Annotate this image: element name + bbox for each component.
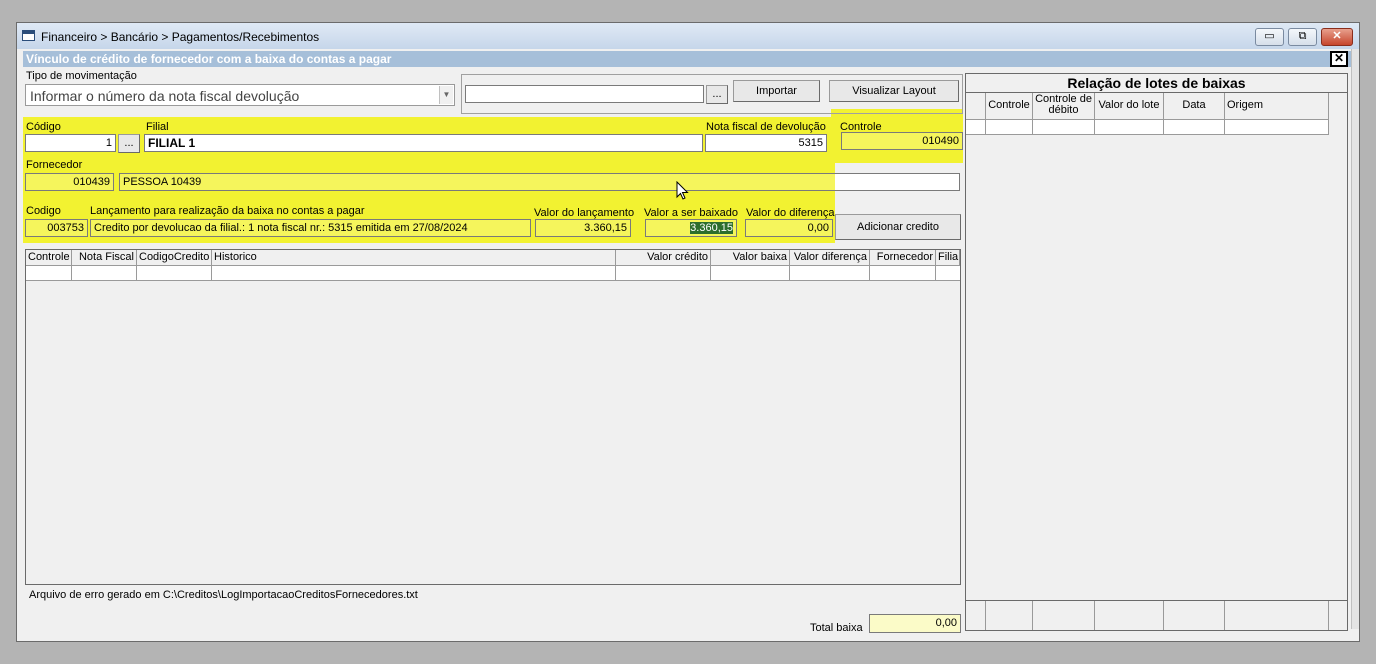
import-path-input[interactable]: [465, 85, 704, 103]
lotes-header-valor-lote[interactable]: Valor do lote: [1095, 93, 1164, 119]
grid-header-valor-diferenca[interactable]: Valor diferença: [790, 250, 870, 266]
lotes-panel: Relação de lotes de baixas Controle Cont…: [965, 73, 1348, 631]
filial-label: Filial: [146, 121, 169, 133]
title-bar[interactable]: Financeiro > Bancário > Pagamentos/Receb…: [17, 23, 1359, 49]
fornecedor-code-input[interactable]: 010439: [25, 173, 114, 191]
total-baixa-label: Total baixa: [810, 622, 863, 634]
lanc-desc-label: Lançamento para realização da baixa no c…: [90, 205, 365, 217]
lotes-footer-cell: [1164, 601, 1225, 630]
lotes-header-origem[interactable]: Origem: [1225, 93, 1329, 119]
credits-grid[interactable]: Controle Nota Fiscal CodigoCredito Histo…: [25, 249, 961, 585]
codigo-input[interactable]: 1: [25, 134, 116, 152]
grid-header-nota-fiscal[interactable]: Nota Fiscal: [72, 250, 137, 266]
restore-button[interactable]: ⧉: [1288, 28, 1317, 46]
fornecedor-name-input-tail[interactable]: [835, 173, 960, 191]
window-title: Financeiro > Bancário > Pagamentos/Receb…: [41, 30, 320, 44]
lanc-valor-input[interactable]: 3.360,15: [535, 219, 631, 237]
view-layout-button[interactable]: Visualizar Layout: [829, 80, 959, 102]
import-button[interactable]: Importar: [733, 80, 820, 102]
form-title: Vínculo de crédito de fornecedor com a b…: [26, 52, 392, 66]
lanc-desc-input[interactable]: Credito por devolucao da filial.: 1 nota…: [90, 219, 531, 237]
grid-cell[interactable]: [870, 265, 936, 281]
mouse-cursor-icon: [676, 181, 689, 200]
lotes-cell[interactable]: [1225, 119, 1329, 135]
lotes-footer-cell: [1095, 601, 1164, 630]
tipo-select-value: Informar o número da nota fiscal devoluç…: [30, 88, 300, 104]
codigo-label: Código: [26, 121, 61, 133]
lotes-header-controle[interactable]: Controle: [986, 93, 1033, 119]
grid-cell[interactable]: [936, 265, 960, 281]
vertical-scrollbar[interactable]: [1351, 49, 1359, 629]
grid-header-filial[interactable]: Filia: [936, 250, 960, 266]
add-credit-button[interactable]: Adicionar credito: [835, 214, 961, 240]
grid-cell[interactable]: [616, 265, 711, 281]
lanc-baixar-value: 3.360,15: [690, 222, 733, 234]
lotes-footer-cell: [1225, 601, 1329, 630]
lotes-footer-cell: [986, 601, 1033, 630]
tipo-select[interactable]: Informar o número da nota fiscal devoluç…: [25, 84, 455, 106]
filial-input[interactable]: FILIAL 1: [144, 134, 703, 152]
grid-cell[interactable]: [790, 265, 870, 281]
lotes-footer-cell: [966, 601, 986, 630]
lotes-header-indicator: [966, 93, 986, 119]
form-close-button[interactable]: ✕: [1330, 51, 1348, 67]
lotes-cell[interactable]: [1033, 119, 1095, 135]
minimize-button[interactable]: ▭: [1255, 28, 1284, 46]
lanc-valor-label: Valor do lançamento: [534, 207, 635, 219]
main-window: Financeiro > Bancário > Pagamentos/Receb…: [16, 22, 1360, 642]
lotes-header-controle-debito[interactable]: Controle de débito: [1033, 93, 1095, 119]
lanc-codigo-label: Codigo: [26, 205, 61, 217]
lotes-cell[interactable]: [966, 119, 986, 135]
lotes-title: Relação de lotes de baixas: [1067, 75, 1246, 91]
tipo-label: Tipo de movimentação: [26, 70, 137, 82]
fornecedor-name-input[interactable]: PESSOA 10439: [119, 173, 835, 191]
grid-cell[interactable]: [26, 265, 72, 281]
lotes-header-data[interactable]: Data: [1164, 93, 1225, 119]
lanc-dif-label: Valor do diferença: [746, 207, 835, 219]
lotes-cell[interactable]: [986, 119, 1033, 135]
lotes-cell[interactable]: [1164, 119, 1225, 135]
codigo-browse-button[interactable]: ...: [118, 134, 140, 153]
fornecedor-label: Fornecedor: [26, 159, 83, 171]
lanc-baixar-input[interactable]: 3.360,15: [645, 219, 737, 237]
close-window-button[interactable]: ✕: [1321, 28, 1353, 46]
lanc-dif-input[interactable]: 0,00: [745, 219, 833, 237]
form-title-bar: Vínculo de crédito de fornecedor com a b…: [23, 51, 1351, 67]
grid-cell[interactable]: [212, 265, 616, 281]
grid-header-historico[interactable]: Historico: [212, 250, 616, 266]
nota-input[interactable]: 5315: [705, 134, 827, 152]
controle-input[interactable]: 010490: [841, 132, 963, 150]
app-icon: [22, 30, 35, 41]
grid-header-valor-baixa[interactable]: Valor baixa: [711, 250, 790, 266]
grid-cell[interactable]: [711, 265, 790, 281]
chevron-down-icon[interactable]: ▼: [439, 86, 453, 104]
grid-header-valor-credito[interactable]: Valor crédito: [616, 250, 711, 266]
grid-header-controle[interactable]: Controle: [26, 250, 72, 266]
lotes-footer-cell: [1033, 601, 1095, 630]
error-log-text: Arquivo de erro gerado em C:\Creditos\Lo…: [29, 589, 418, 601]
import-browse-button[interactable]: ...: [706, 85, 728, 104]
grid-header-fornecedor[interactable]: Fornecedor: [870, 250, 936, 266]
lanc-codigo-input[interactable]: 003753: [25, 219, 88, 237]
lotes-cell[interactable]: [1095, 119, 1164, 135]
lanc-baixar-label: Valor a ser baixado: [644, 207, 738, 219]
grid-cell[interactable]: [72, 265, 137, 281]
grid-header-codigo-credito[interactable]: CodigoCredito: [137, 250, 212, 266]
grid-cell[interactable]: [137, 265, 212, 281]
nota-label: Nota fiscal de devolução: [706, 121, 826, 133]
total-baixa-input[interactable]: 0,00: [869, 614, 961, 633]
